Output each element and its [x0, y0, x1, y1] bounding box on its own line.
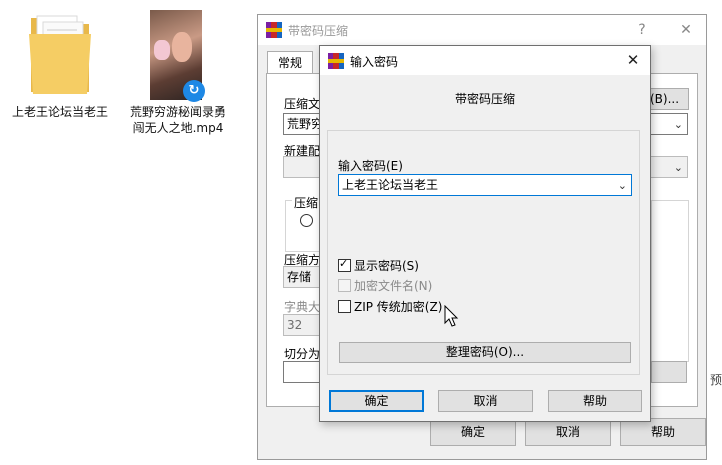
media-player-badge-icon: ↻	[183, 80, 205, 102]
chevron-down-icon: ⌄	[673, 118, 683, 131]
help-button[interactable]: 帮助	[548, 390, 642, 412]
dict-size-label: 字典大	[284, 300, 321, 314]
ok-button[interactable]: 确定	[430, 418, 516, 446]
tab-general[interactable]: 常规	[267, 51, 313, 74]
archive-name-label: 压缩文	[284, 97, 321, 111]
dict-size-select[interactable]: 32	[283, 314, 323, 336]
chevron-down-icon: ⌄	[673, 161, 683, 174]
show-password-checkbox[interactable]: 显示密码(S)	[338, 257, 419, 273]
dict-size-value: 32	[287, 318, 303, 332]
zip-legacy-checkbox[interactable]: ZIP 传统加密(Z)	[338, 300, 442, 314]
zip-legacy-label: ZIP 传统加密(Z)	[354, 300, 443, 314]
folder-label: 上老王论坛当老王	[11, 105, 108, 119]
checkbox-checked-icon	[338, 257, 351, 272]
help-icon[interactable]: ?	[630, 19, 654, 41]
password-input[interactable]: 上老王论坛当老王 ⌄	[338, 174, 632, 196]
close-icon[interactable]: ✕	[674, 19, 698, 41]
compression-method-select[interactable]: 存储	[283, 266, 323, 288]
cancel-button[interactable]: 取消	[438, 390, 533, 412]
password-value: 上老王论坛当老王	[342, 178, 439, 192]
winrar-icon	[328, 53, 344, 69]
encrypt-names-checkbox[interactable]: 加密文件名(N)	[338, 279, 432, 293]
format-radio[interactable]	[300, 214, 313, 227]
video-label: 荒野穷游秘闻录勇闯无人之地.mp4	[129, 105, 226, 135]
help-button[interactable]: 帮助	[620, 418, 706, 446]
password-dialog-titlebar: 输入密码 ✕	[320, 46, 650, 75]
chevron-down-icon: ⌄	[617, 179, 627, 192]
options-group	[651, 200, 689, 362]
password-label: 输入密码(E)	[338, 159, 403, 173]
archive-format-label: 压缩	[292, 194, 321, 211]
side-button[interactable]	[651, 361, 687, 383]
side-text: 预	[710, 373, 722, 387]
checkbox-icon	[338, 279, 351, 292]
password-dialog-title: 输入密码	[350, 55, 399, 69]
split-label: 切分为	[284, 347, 321, 361]
close-icon[interactable]: ✕	[622, 49, 644, 71]
cancel-button[interactable]: 取消	[525, 418, 611, 446]
archive-name-value: 荒野穷	[287, 117, 324, 131]
organize-passwords-button[interactable]: 整理密码(O)...	[339, 342, 631, 363]
dialog-heading: 带密码压缩	[454, 92, 515, 106]
show-password-label: 显示密码(S)	[354, 259, 419, 273]
split-input[interactable]	[283, 361, 323, 383]
compression-method-value: 存储	[287, 270, 312, 284]
archive-window-titlebar: 带密码压缩 ? ✕	[258, 15, 706, 45]
ok-button[interactable]: 确定	[329, 390, 424, 412]
winrar-icon	[266, 22, 282, 38]
checkbox-icon	[338, 300, 351, 313]
mouse-cursor-icon	[444, 305, 459, 327]
archive-window-title: 带密码压缩	[288, 24, 349, 38]
folder-icon	[29, 15, 91, 94]
password-dialog: 输入密码 ✕ 带密码压缩 输入密码(E) 上老王论坛当老王 ⌄ 显示密码(S) …	[319, 45, 651, 422]
encrypt-names-label: 加密文件名(N)	[354, 279, 433, 293]
